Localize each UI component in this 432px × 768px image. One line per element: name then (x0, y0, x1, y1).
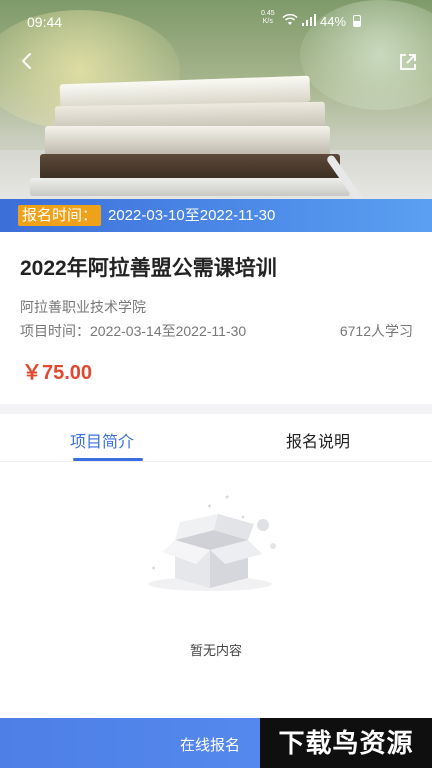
online-enroll-button[interactable]: 在线报名 (180, 734, 240, 755)
net-speed-value: 0.45 (261, 10, 275, 17)
net-speed-unit: K/s (262, 18, 273, 25)
tab-project-intro[interactable]: 项目简介 (70, 428, 134, 452)
active-tab-indicator (73, 458, 143, 461)
course-price: ￥75.00 (22, 362, 93, 384)
registration-dates: 2022-03-10至2022-11-30 (108, 207, 276, 224)
banner-book (40, 154, 340, 180)
banner-book (30, 178, 350, 196)
empty-box-icon (148, 494, 276, 591)
empty-state-text: 暂无内容 (189, 643, 242, 658)
learner-count: 6712人学习 (339, 323, 413, 339)
battery-icon (353, 15, 361, 27)
net-speed: 0.45 K/s (261, 10, 275, 26)
detail-tabs: 项目简介 报名说明 (0, 414, 432, 462)
status-time: 09:44 (27, 14, 63, 30)
back-arrow-icon[interactable] (14, 48, 40, 74)
course-organization: 阿拉善职业技术学院 (20, 299, 146, 315)
registration-label: 报名时间： (18, 205, 102, 226)
registration-period-bar: 报名时间： 2022-03-10至2022-11-30 (0, 199, 432, 232)
section-divider (0, 404, 432, 414)
tab-registration-notes[interactable]: 报名说明 (286, 428, 350, 452)
battery-percent: 44% (320, 14, 347, 29)
watermark-logo: 下载鸟资源 (260, 718, 432, 768)
wifi-icon (282, 14, 298, 25)
course-period: 项目时间：2022-03-14至2022-11-30 (20, 323, 247, 339)
course-title: 2022年阿拉善盟公需课培训 (20, 257, 277, 280)
banner-book (45, 126, 330, 156)
status-bar: 09:44 0.45 K/s 44% (0, 0, 432, 40)
share-icon[interactable] (396, 50, 420, 74)
signal-icon (302, 14, 316, 26)
